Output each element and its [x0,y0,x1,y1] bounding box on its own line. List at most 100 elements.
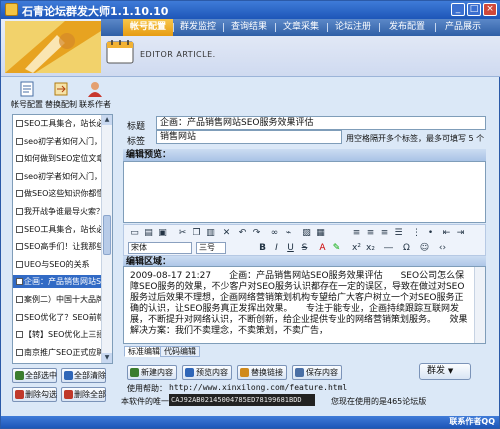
minimize-button[interactable]: _ [451,3,465,16]
title-input[interactable]: 企画：产品销售网站SEO服务效果评估 [156,116,486,130]
font-color-icon[interactable]: A [316,242,329,254]
scroll-down-icon[interactable]: ▼ [102,353,112,363]
list-item[interactable]: SEO工具集合，站长必备 [13,117,101,130]
scroll-up-icon[interactable]: ▲ [102,115,112,125]
cut-icon[interactable]: ✂ [176,227,189,239]
list-item-checkbox[interactable] [16,208,23,215]
content-editor[interactable]: 2009-08-17 21:27 企画：产品销售网站SEO服务效果评估 SEO公… [123,266,486,344]
clear-format-icon[interactable]: ✕ [220,227,233,239]
special-char-icon[interactable]: Ω [400,242,413,254]
bold-icon[interactable]: B [256,242,269,254]
delete-all-button[interactable]: 删除全部 [61,387,106,402]
replace-config-tool[interactable]: 替换配制 [45,81,77,111]
unordered-list-icon[interactable]: • [424,227,437,239]
list-item-checkbox[interactable] [16,172,23,180]
tab-publish-config[interactable]: 发布配置 [379,19,435,36]
font-size-select[interactable]: 三号 [196,242,226,254]
close-button[interactable]: × [483,3,497,16]
link-icon[interactable]: ∞ [268,227,281,239]
clear-all-button[interactable]: 全部清除 [61,368,106,383]
redo-icon[interactable]: ↷ [250,227,263,239]
tab-account-config[interactable]: 帐号配置 [123,19,173,36]
list-item[interactable]: SEO优化了？SEO前帽子 [13,311,101,324]
list-item-checkbox[interactable] [16,243,23,251]
list-item[interactable]: seo初学者如何入门，网站 [13,170,101,183]
article-list[interactable]: 南京推广SEO正式应聘【转】SEO优化上三招让你 SEO优化了？SEO前帽子案例二… [12,114,113,364]
list-item-checkbox[interactable] [16,225,23,233]
list-item-checkbox[interactable] [16,296,23,303]
emoticon-icon[interactable]: ☺ [418,242,431,254]
list-item[interactable]: 企画：产品销售网站SEO服务效果评估 [13,275,101,289]
list-item[interactable]: UEO与SEO的关系 [13,258,101,271]
account-config-tool[interactable]: 帐号配置 [11,81,43,111]
tab-code-edit[interactable]: 代码编辑 [160,346,200,357]
list-item[interactable]: SEO工具集合，站长必备 [13,223,101,236]
select-all-button[interactable]: 全部选中 [12,368,57,383]
contact-author-qq[interactable]: 联系作者QQ [449,416,495,428]
tab-query-results[interactable]: 查询结果 [223,19,275,36]
list-item-checkbox[interactable] [16,331,23,339]
list-item[interactable]: 做SEO这些知识你都懂了吗 [13,187,101,200]
font-family-select[interactable]: 宋体 [128,242,192,254]
preview-content-button[interactable]: 预览内容 [182,365,232,380]
list-item[interactable]: 我开战争谁最导火索？ [13,205,101,218]
save-doc-icon[interactable]: ▣ [156,227,169,239]
paste-icon[interactable]: ▥ [204,227,217,239]
strikethrough-icon[interactable]: S [298,242,311,254]
open-icon[interactable]: ▤ [142,227,155,239]
ordered-list-icon[interactable]: ⋮ [410,227,423,239]
send-button[interactable]: 群发 ▼ [419,363,471,380]
superscript-icon[interactable]: x² [350,242,363,254]
copy-icon[interactable]: ❐ [190,227,203,239]
highlight-icon[interactable]: ✎ [330,242,343,254]
maximize-button[interactable]: □ [467,3,481,16]
list-item-checkbox[interactable] [16,348,23,356]
unlink-icon[interactable]: ⌁ [282,227,295,239]
list-item-checkbox[interactable] [16,120,23,127]
list-item[interactable]: seo初学者如何入门，网站 [13,135,101,148]
title-bar[interactable]: 石青论坛群发大师1.1.10.10 _ □ × [1,1,500,19]
list-item-checkbox[interactable] [16,278,23,286]
image-icon[interactable]: ▨ [300,227,313,239]
list-item-checkbox[interactable] [16,260,23,268]
list-item[interactable]: SEO高手们！让我那些 [13,240,101,253]
list-item-checkbox[interactable] [16,137,23,145]
outdent-icon[interactable]: ⇤ [440,227,453,239]
underline-icon[interactable]: U [284,242,297,254]
align-left-icon[interactable]: ≡ [350,227,363,239]
align-right-icon[interactable]: ≡ [378,227,391,239]
editor-scrollbar[interactable] [474,267,485,343]
tab-product-showcase[interactable]: 产品展示 [435,19,491,36]
justify-icon[interactable]: ☰ [392,227,405,239]
tab-monitor[interactable]: 群发监控 [173,19,223,36]
editor-content[interactable]: 2009-08-17 21:27 企画：产品销售网站SEO服务效果评估 SEO公… [130,271,468,337]
tab-forum-register[interactable]: 论坛注册 [327,19,379,36]
new-content-button[interactable]: 新建内容 [127,365,177,380]
list-item[interactable]: 南京推广SEO正式应聘 [13,346,101,359]
list-item-checkbox[interactable] [16,155,23,163]
replace-link-button[interactable]: 替换链接 [237,365,287,380]
list-item[interactable]: 案例二）中国十大品牌 [13,293,101,306]
undo-icon[interactable]: ↶ [236,227,249,239]
indent-icon[interactable]: ⇥ [454,227,467,239]
tab-standard-edit[interactable]: 标准编辑 [124,346,164,357]
new-doc-icon[interactable]: ▭ [128,227,141,239]
list-item-checkbox[interactable] [16,190,23,198]
scroll-thumb[interactable] [103,215,111,255]
align-center-icon[interactable]: ≡ [364,227,377,239]
list-item-checkbox[interactable] [16,313,23,321]
italic-icon[interactable]: I [270,242,283,254]
save-content-button[interactable]: 保存内容 [292,365,342,380]
contact-author-tool[interactable]: 联系作者 [79,81,111,111]
source-icon[interactable]: ‹› [436,242,449,254]
table-icon[interactable]: ▦ [314,227,327,239]
subscript-icon[interactable]: x₂ [364,242,377,254]
list-item[interactable]: 【转】SEO优化上三招让你 [13,328,101,341]
help-url[interactable]: http://www.xinxilong.com/feature.html [169,383,347,392]
tab-article-collect[interactable]: 文章采集 [275,19,327,36]
list-scrollbar[interactable]: ▲ ▼ [101,115,112,363]
hr-icon[interactable]: ― [382,242,395,254]
delete-checked-button[interactable]: 删除勾选 [12,387,57,402]
list-item[interactable]: 如何做到SEO定位文章模板 [13,152,101,165]
tags-input[interactable]: 销售网站 [156,130,342,144]
